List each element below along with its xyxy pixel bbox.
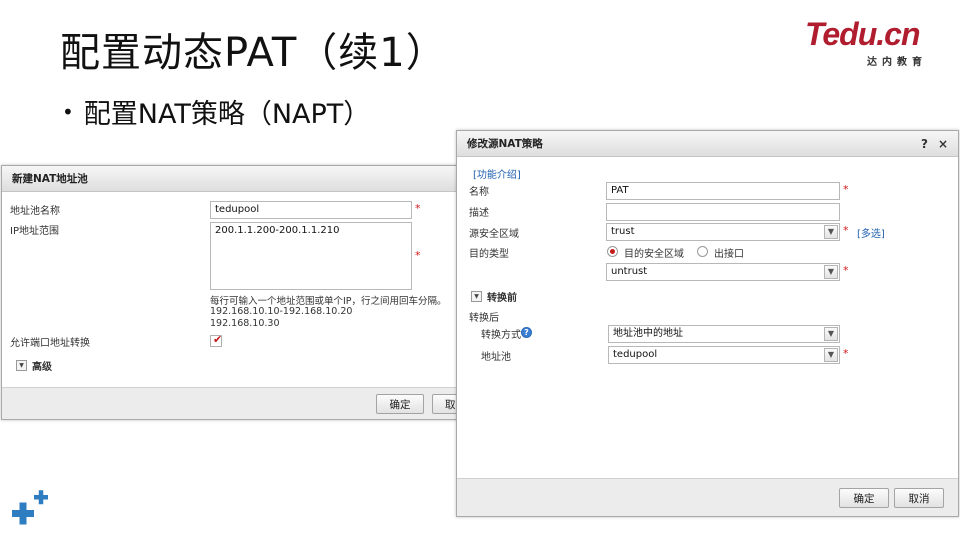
description-label: 描述 bbox=[469, 208, 489, 219]
dialog-footer: 确定 取消 bbox=[2, 387, 480, 419]
chevron-down-icon[interactable]: ▼ bbox=[824, 348, 838, 362]
logo-text: Tedu.cn bbox=[805, 16, 920, 52]
chevron-down-icon[interactable]: ▼ bbox=[824, 225, 838, 239]
egress-interface-option-label[interactable]: 出接口 bbox=[714, 245, 744, 260]
ip-range-textarea[interactable]: 200.1.1.200-200.1.1.210 bbox=[210, 222, 412, 290]
hint-line-1: 每行可输入一个地址范围或单个IP，行之间用回车分隔。 bbox=[210, 296, 447, 307]
logo-subtitle: 达内教育 bbox=[867, 57, 927, 68]
cancel-button[interactable]: 取消 bbox=[894, 488, 944, 508]
method-value: 地址池中的地址 bbox=[613, 328, 683, 339]
required-mark: * bbox=[843, 347, 849, 360]
dest-type-label: 目的类型 bbox=[469, 249, 509, 260]
egress-interface-radio[interactable] bbox=[697, 246, 708, 257]
pool-name-label: 地址池名称 bbox=[10, 206, 60, 217]
feature-intro-link[interactable]: [功能介绍] bbox=[473, 166, 521, 181]
help-icon[interactable]: ? bbox=[921, 137, 928, 151]
ok-button[interactable]: 确定 bbox=[839, 488, 889, 508]
dialog-title: 新建NAT地址池 bbox=[12, 173, 88, 185]
expand-advanced-icon[interactable]: ▼ bbox=[16, 360, 27, 371]
dest-zone-option-label[interactable]: 目的安全区域 bbox=[624, 245, 684, 260]
method-select[interactable]: 地址池中的地址 ▼ bbox=[608, 325, 840, 343]
pool-name-input[interactable]: tedupool bbox=[210, 201, 412, 219]
required-mark: * bbox=[415, 202, 421, 215]
bullet-item: • 配置NAT策略（NAPT） bbox=[62, 92, 370, 131]
nat-policy-dialog: 修改源NAT策略 ? × [功能介绍] 名称 PAT * 描述 源安全区域 tru… bbox=[456, 130, 959, 517]
allow-port-checkbox[interactable]: ✔ bbox=[210, 333, 223, 347]
required-mark: * bbox=[415, 249, 421, 262]
pool-value: tedupool bbox=[613, 349, 658, 360]
bullet-dot-icon: • bbox=[62, 100, 74, 124]
check-icon: ✔ bbox=[213, 333, 223, 346]
tedu-logo: Tedu.cn 达内教育 bbox=[805, 16, 935, 70]
collapse-before-icon[interactable]: ▼ bbox=[471, 291, 482, 302]
allow-port-label: 允许端口地址转换 bbox=[10, 338, 90, 349]
dest-zone-value: untrust bbox=[611, 266, 648, 277]
source-zone-select[interactable]: trust ▼ bbox=[606, 223, 840, 241]
policy-name-input[interactable]: PAT bbox=[606, 182, 840, 200]
dialog-controls: ? × bbox=[921, 137, 948, 151]
help-question-icon[interactable]: ? bbox=[521, 327, 532, 338]
slide-title: 配置动态PAT（续1） bbox=[60, 30, 447, 76]
method-label: 转换方式 bbox=[481, 330, 521, 341]
required-mark: * bbox=[843, 183, 849, 196]
advanced-label[interactable]: 高级 bbox=[32, 358, 52, 373]
policy-name-label: 名称 bbox=[469, 187, 489, 198]
nat-pool-dialog: 新建NAT地址池 地址池名称 tedupool * IP地址范围 200.1.1… bbox=[1, 165, 480, 420]
before-section-label[interactable]: 转换前 bbox=[487, 289, 517, 304]
bullet-text: 配置NAT策略（NAPT） bbox=[83, 99, 371, 130]
ip-range-label: IP地址范围 bbox=[10, 226, 59, 237]
source-zone-value: trust bbox=[611, 226, 635, 237]
dest-zone-radio[interactable] bbox=[607, 246, 618, 257]
pool-label: 地址池 bbox=[481, 352, 511, 363]
close-icon[interactable]: × bbox=[938, 137, 948, 151]
required-mark: * bbox=[843, 224, 849, 237]
after-section-label: 转换后 bbox=[469, 313, 499, 324]
dialog-title: 修改源NAT策略 bbox=[467, 138, 543, 150]
multi-select-link[interactable]: [多选] bbox=[857, 225, 885, 240]
source-zone-label: 源安全区域 bbox=[469, 229, 519, 240]
dialog-header: 修改源NAT策略 ? × bbox=[457, 131, 958, 157]
required-mark: * bbox=[843, 264, 849, 277]
hint-line-3: 192.168.10.30 bbox=[210, 318, 280, 329]
chevron-down-icon[interactable]: ▼ bbox=[824, 265, 838, 279]
ok-button[interactable]: 确定 bbox=[376, 394, 424, 414]
plus-logo-icon bbox=[12, 490, 48, 525]
hint-line-2: 192.168.10.10-192.168.10.20 bbox=[210, 306, 353, 317]
pool-select[interactable]: tedupool ▼ bbox=[608, 346, 840, 364]
description-input[interactable] bbox=[606, 203, 840, 221]
dest-zone-select[interactable]: untrust ▼ bbox=[606, 263, 840, 281]
dialog-footer: 确定 取消 bbox=[457, 478, 958, 516]
dialog-header: 新建NAT地址池 bbox=[2, 166, 458, 192]
chevron-down-icon[interactable]: ▼ bbox=[824, 327, 838, 341]
